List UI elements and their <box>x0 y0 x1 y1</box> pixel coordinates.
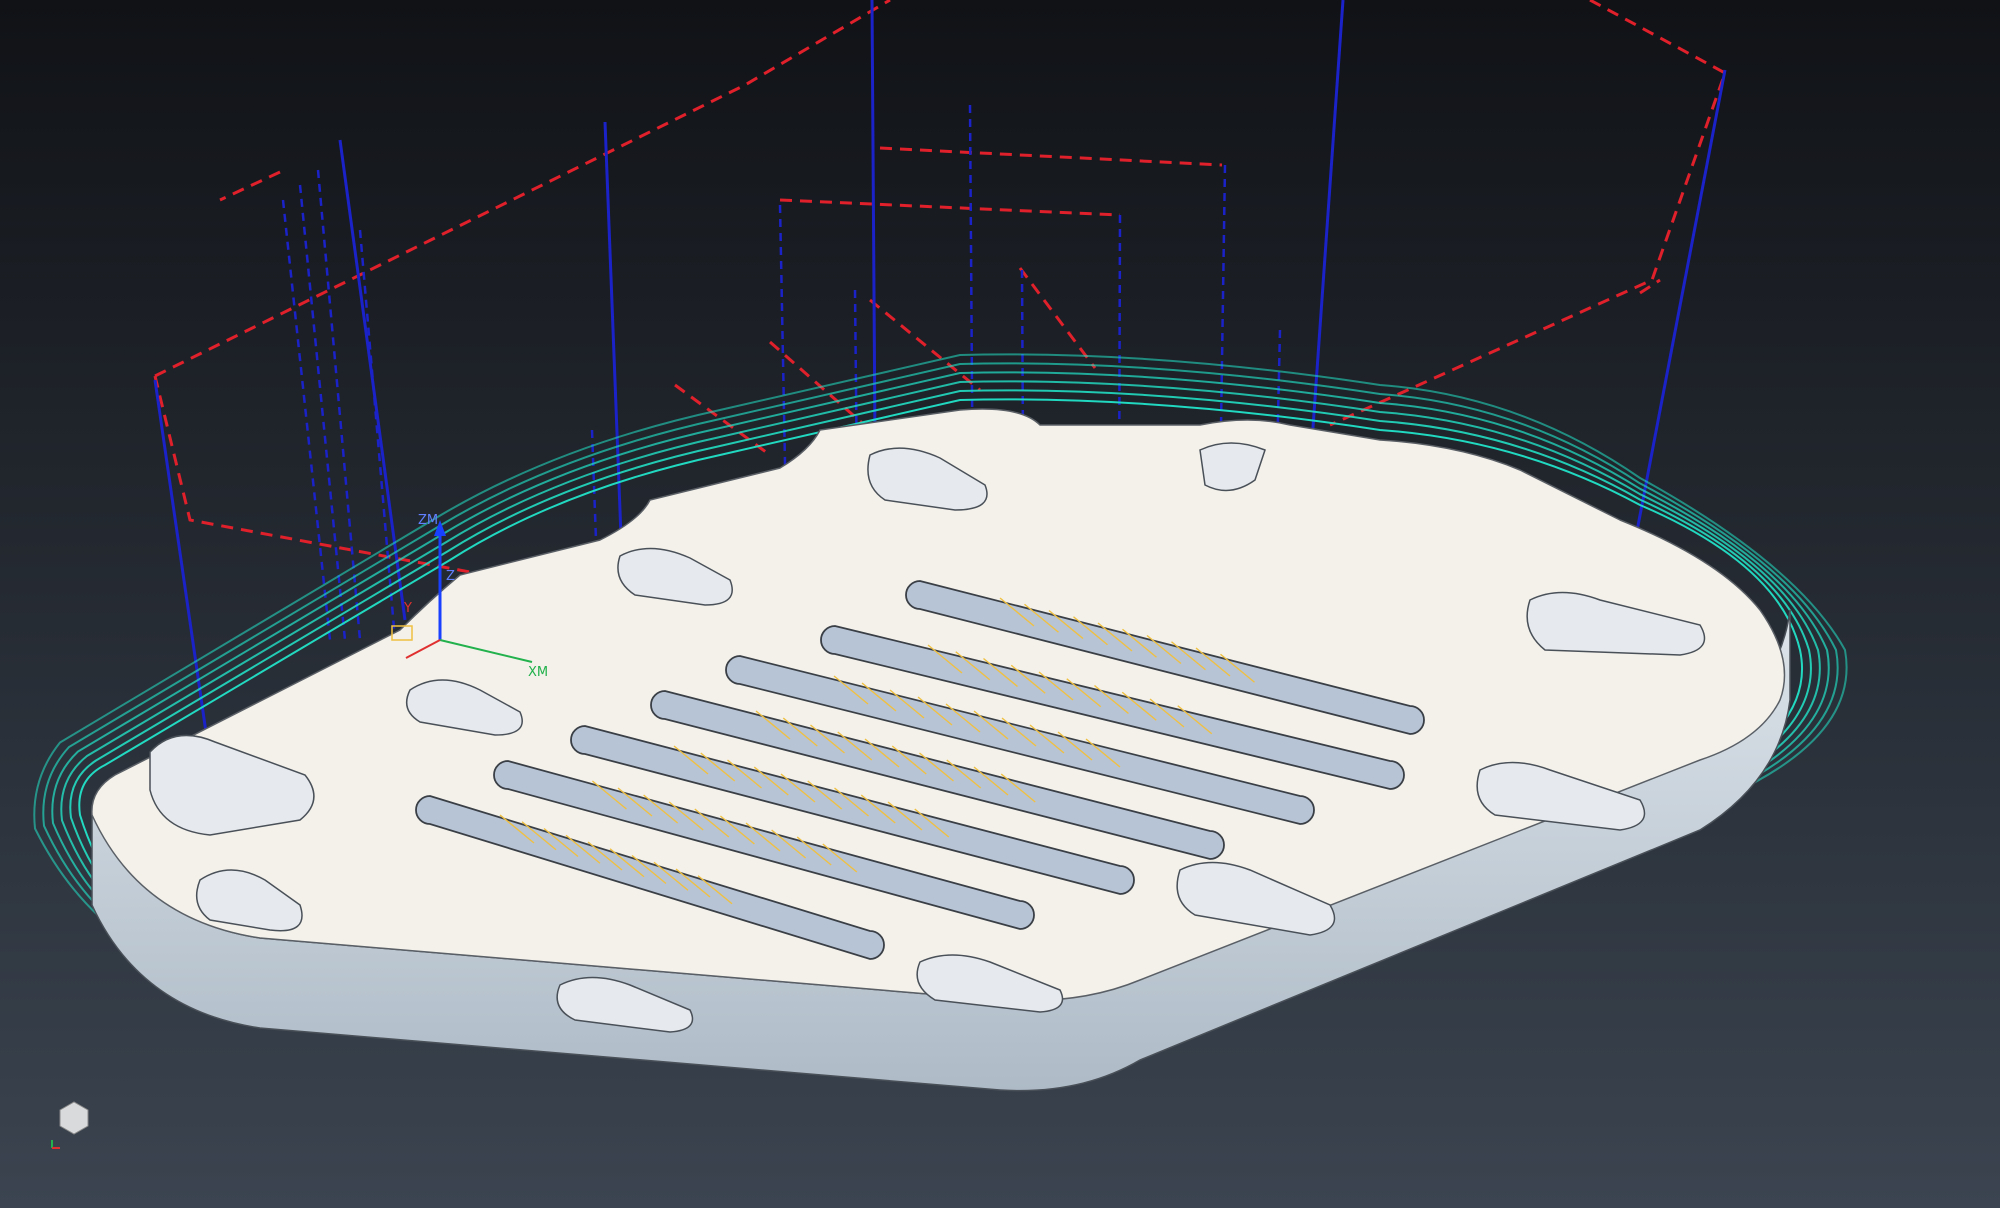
wcs-z2-label: Z <box>446 569 455 584</box>
wcs-y-label: Y <box>403 601 412 616</box>
wcs-x-label: XM <box>528 665 548 680</box>
graphics-viewport[interactable]: ZM Z XM Y <box>0 0 2000 1208</box>
wcs-z-label: ZM <box>418 513 438 528</box>
